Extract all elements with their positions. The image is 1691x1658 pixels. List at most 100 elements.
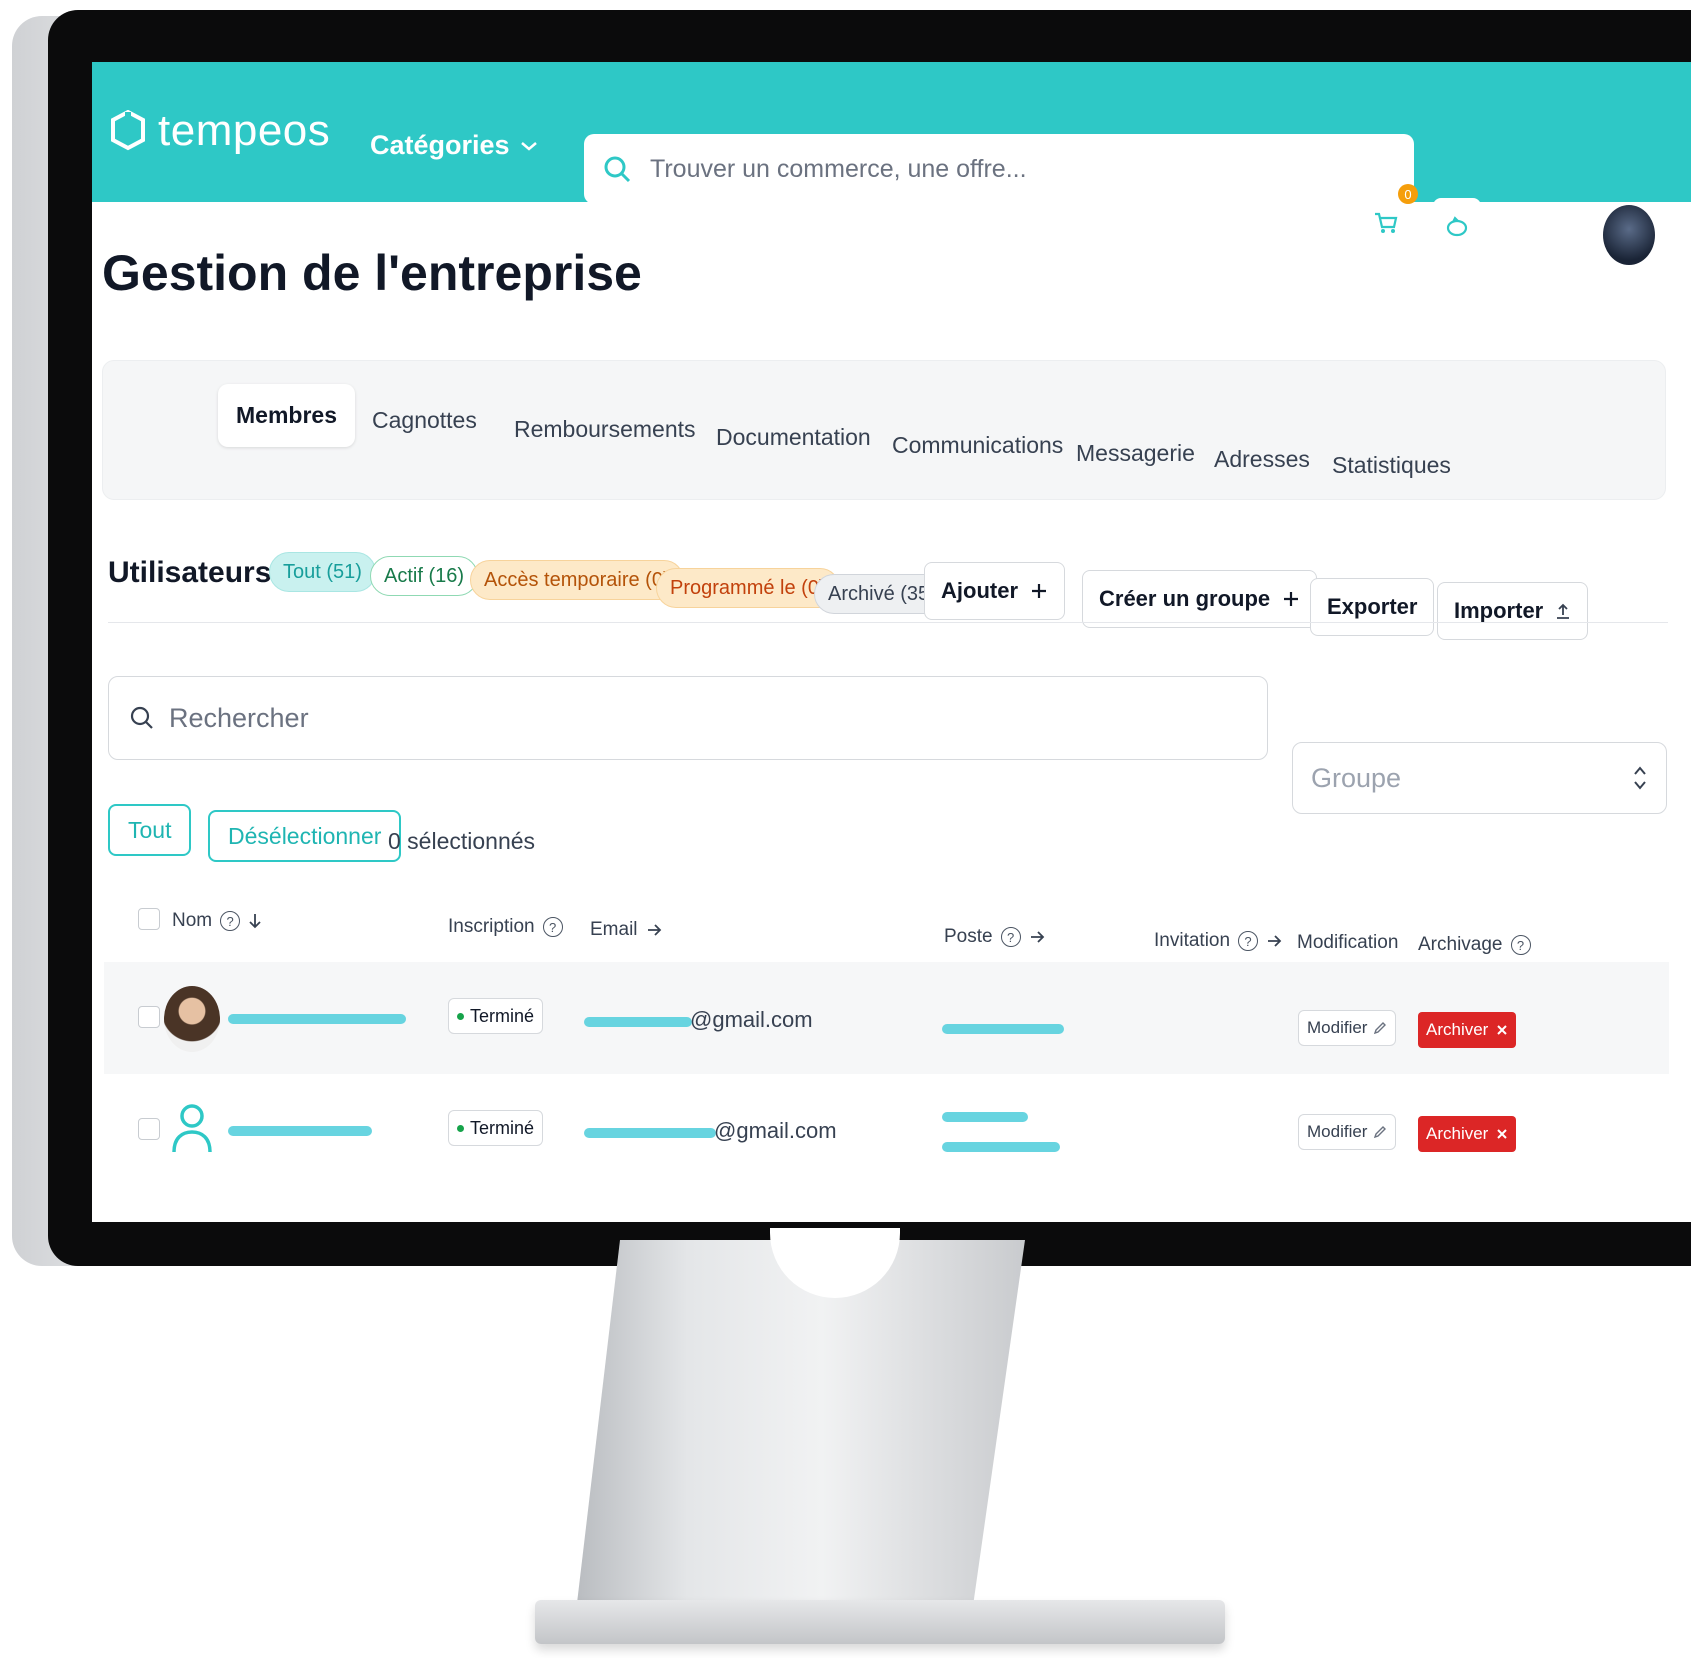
close-icon <box>1497 1025 1508 1035</box>
global-search-input[interactable]: Trouver un commerce, une offre... <box>584 134 1414 204</box>
column-email[interactable]: Email <box>590 919 662 941</box>
tab-adresses[interactable]: Adresses <box>1214 446 1310 473</box>
modify-label: Modifier <box>1307 1122 1368 1141</box>
arrow-right-icon <box>1268 935 1282 947</box>
redacted-position <box>942 1024 1064 1034</box>
archive-label: Archiver <box>1426 1020 1489 1039</box>
column-registration[interactable]: Inscription ? <box>448 916 563 938</box>
create-group-label: Créer un groupe <box>1099 586 1271 611</box>
column-email-label: Email <box>590 919 638 940</box>
tab-membres[interactable]: Membres <box>218 384 355 447</box>
filter-active[interactable]: Actif (16) <box>370 556 479 596</box>
page-title: Gestion de l'entreprise <box>102 245 642 301</box>
help-icon[interactable]: ? <box>1238 931 1259 951</box>
categories-label: Catégories <box>370 130 510 160</box>
categories-menu[interactable]: Catégories <box>370 130 538 161</box>
status-dot <box>457 1124 464 1132</box>
user-avatar[interactable] <box>1600 202 1658 268</box>
help-icon[interactable]: ? <box>220 911 241 931</box>
redacted-position <box>942 1112 1028 1122</box>
logo-text: tempeos <box>158 106 331 155</box>
upload-icon <box>1557 603 1570 619</box>
column-archiving[interactable]: Archivage ? <box>1418 934 1531 956</box>
column-name[interactable]: Nom ? <box>172 910 262 932</box>
tab-communications[interactable]: Communications <box>892 432 1063 459</box>
redacted-email <box>584 1128 716 1138</box>
column-position-label: Poste <box>944 926 993 947</box>
help-icon[interactable]: ? <box>1000 927 1021 947</box>
pencil-icon <box>1374 1022 1387 1035</box>
import-label: Importer <box>1454 598 1544 623</box>
email-domain: @gmail.com <box>690 1007 813 1032</box>
arrow-right-icon <box>1030 931 1044 943</box>
deselect-button[interactable]: Désélectionner <box>208 810 402 862</box>
modify-button[interactable]: Modifier <box>1298 1010 1397 1046</box>
archive-button[interactable]: Archiver <box>1418 1012 1517 1048</box>
create-group-button[interactable]: Créer un groupe <box>1082 570 1318 628</box>
status-label: Terminé <box>470 1005 535 1026</box>
cart-button[interactable]: 0 <box>1362 184 1418 252</box>
tab-cagnottes[interactable]: Cagnottes <box>372 407 477 434</box>
plus-icon <box>1032 584 1046 598</box>
column-modification[interactable]: Modification <box>1297 932 1398 954</box>
filter-scheduled[interactable]: Programmé le (0) <box>656 568 840 608</box>
chevron-down-icon <box>520 141 537 151</box>
cart-icon <box>1375 212 1398 233</box>
tab-statistiques[interactable]: Statistiques <box>1332 452 1451 479</box>
select-all-button[interactable]: Tout <box>108 804 192 856</box>
add-user-label: Ajouter <box>941 578 1018 603</box>
status-dot <box>457 1012 464 1020</box>
redacted-name <box>228 1014 406 1024</box>
users-section-title: Utilisateurs <box>108 556 272 589</box>
arrow-down-icon <box>249 914 261 929</box>
filter-all[interactable]: Tout (51) <box>269 552 376 592</box>
export-label: Exporter <box>1327 594 1418 619</box>
redacted-email <box>584 1017 692 1027</box>
group-select-placeholder: Groupe <box>1311 762 1402 793</box>
member-search-input[interactable]: Rechercher <box>108 676 1268 760</box>
archive-button[interactable]: Archiver <box>1418 1116 1517 1152</box>
plus-icon <box>1284 592 1299 606</box>
search-icon <box>130 706 153 729</box>
global-search-placeholder: Trouver un commerce, une offre... <box>650 154 1027 183</box>
selected-count: 0 sélectionnés <box>388 828 536 854</box>
section-divider <box>108 622 1668 623</box>
import-button[interactable]: Importer <box>1437 582 1589 640</box>
monitor-stand-base <box>535 1600 1225 1644</box>
archive-label: Archiver <box>1426 1124 1489 1143</box>
cart-count-badge: 0 <box>1398 184 1418 204</box>
pencil-icon <box>1374 1126 1387 1139</box>
help-icon[interactable]: ? <box>1510 935 1531 955</box>
filter-temporary-access[interactable]: Accès temporaire (0) <box>470 560 684 600</box>
group-select[interactable]: Groupe <box>1292 742 1667 814</box>
email-domain: @gmail.com <box>714 1118 837 1143</box>
export-button[interactable]: Exporter <box>1310 578 1435 636</box>
logo-icon <box>111 110 145 151</box>
tab-documentation[interactable]: Documentation <box>716 424 871 451</box>
help-icon[interactable]: ? <box>542 917 563 937</box>
row-checkbox[interactable] <box>138 1118 160 1140</box>
redacted-position <box>942 1142 1060 1152</box>
status-badge: Terminé <box>448 998 544 1034</box>
sort-chevrons-icon <box>1634 766 1646 790</box>
tab-messagerie[interactable]: Messagerie <box>1076 440 1195 467</box>
column-position[interactable]: Poste ? <box>944 926 1045 948</box>
arrow-right-icon <box>647 924 661 936</box>
close-icon <box>1497 1129 1508 1139</box>
column-modification-label: Modification <box>1297 932 1399 953</box>
column-invitation[interactable]: Invitation ? <box>1154 930 1282 952</box>
piggy-bank-button[interactable] <box>1433 198 1481 256</box>
modify-button[interactable]: Modifier <box>1298 1114 1397 1150</box>
status-label: Terminé <box>470 1117 535 1138</box>
member-search-placeholder: Rechercher <box>169 702 309 733</box>
column-invitation-label: Invitation <box>1154 930 1231 951</box>
status-badge: Terminé <box>448 1110 544 1146</box>
add-user-button[interactable]: Ajouter <box>924 562 1065 620</box>
piggy-bank-icon <box>1446 216 1468 237</box>
row-checkbox[interactable] <box>138 1006 160 1028</box>
member-avatar <box>164 986 220 1052</box>
tab-remboursements[interactable]: Remboursements <box>514 416 696 443</box>
user-placeholder-icon <box>172 1104 212 1153</box>
select-all-checkbox[interactable] <box>138 908 160 930</box>
logo[interactable]: tempeos <box>110 106 330 156</box>
